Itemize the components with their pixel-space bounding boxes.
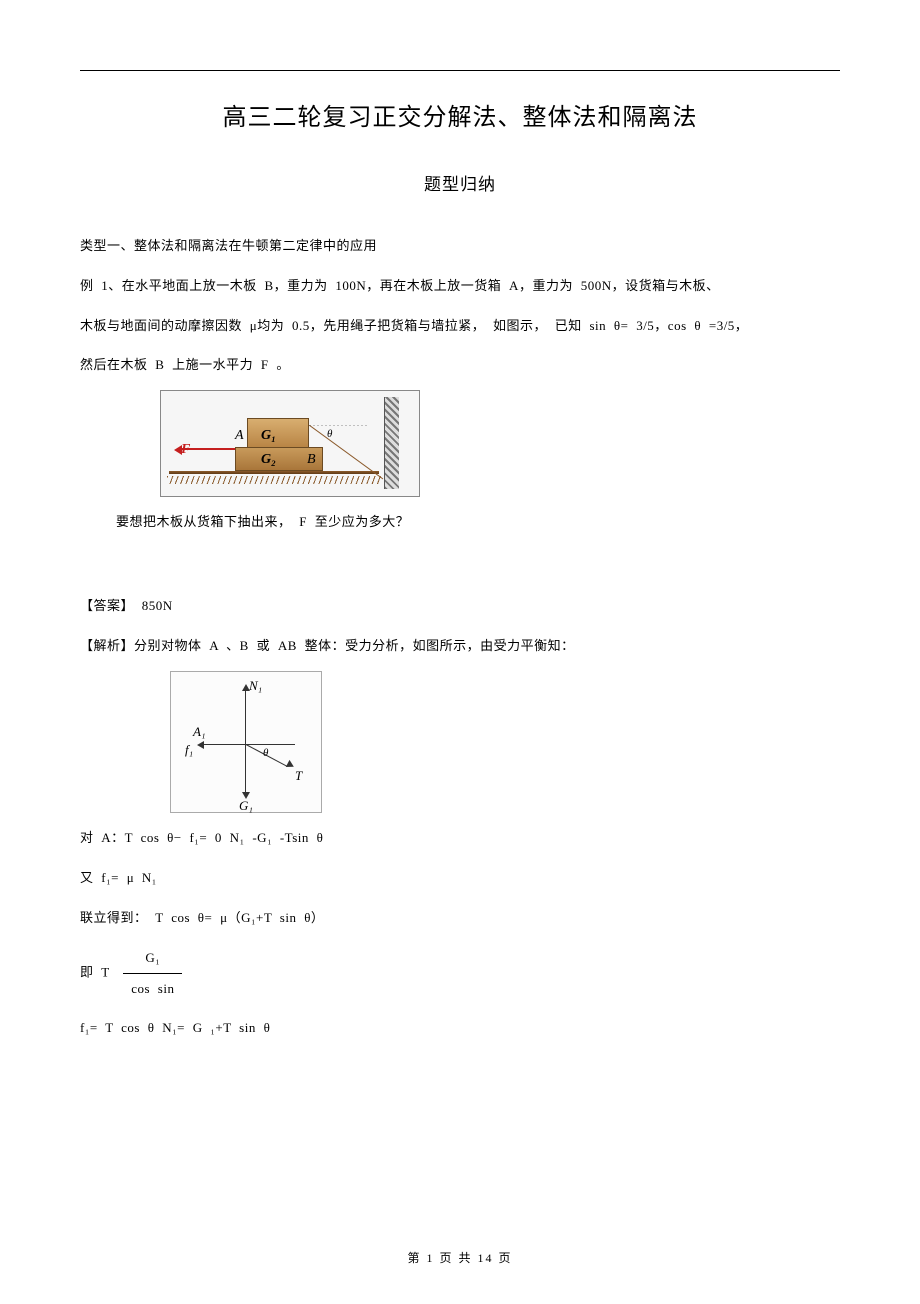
theta2-label: θ (263, 744, 268, 764)
t-label: T (295, 764, 302, 787)
axis-vertical (245, 686, 246, 796)
g1-label2: G₁ (239, 794, 253, 817)
theta-label: θ (327, 425, 332, 445)
doc-subtitle: 题型归纳 (80, 170, 840, 201)
page-footer: 第 1 页 共 14 页 (0, 1248, 920, 1270)
fraction: G₁ cos sin (123, 943, 182, 1004)
ground-hatch (167, 476, 381, 484)
eq-last: f₁= T cos θ N₁= G ₁+T sin θ (80, 1013, 840, 1043)
top-rule (80, 70, 840, 71)
doc-title: 高三二轮复习正交分解法、整体法和隔离法 (80, 97, 840, 140)
answer-line: 【答案】 850N (80, 591, 840, 621)
n1-label: N₁ (249, 674, 262, 697)
frac-num: G₁ (123, 943, 182, 974)
eq-f: 又 f₁= μ N₁ (80, 863, 840, 893)
wall-hatch (384, 397, 399, 489)
g2-label: G₂ (261, 447, 276, 472)
figure-1-box: θ F A G₁ G₂ B (160, 390, 420, 497)
example1-line2: 木板与地面间的动摩擦因数 μ均为 0.5，先用绳子把货箱与墙拉紧， 如图示， 已… (80, 311, 840, 341)
a-label: A (235, 423, 244, 448)
explain-line1: 【解析】分别对物体 A 、B 或 AB 整体：受力分析，如图所示，由受力平衡知： (80, 631, 840, 661)
example1-line3: 然后在木板 B 上施一水平力 F 。 (80, 350, 840, 380)
spacer (80, 547, 840, 581)
question-line: 要想把木板从货箱下抽出来， F 至少应为多大？ (80, 507, 840, 537)
g1-label: G₁ (261, 423, 276, 448)
page: 高三二轮复习正交分解法、整体法和隔离法 题型归纳 类型一、整体法和隔离法在牛顿第… (0, 0, 920, 1304)
category-heading: 类型一、整体法和隔离法在牛顿第二定律中的应用 (80, 231, 840, 261)
frac-den: cos sin (123, 974, 182, 1004)
example1-line1: 例 1、在水平地面上放一木板 B，重力为 100N，再在木板上放一货箱 A，重力… (80, 271, 840, 301)
eq-t: 即 T G₁ cos sin (80, 943, 840, 1004)
a2-label: A₁ (193, 720, 205, 743)
box-a (247, 418, 309, 448)
eq-a: 对 A：T cos θ− f₁= 0 N₁ -G₁ -Tsin θ (80, 823, 840, 853)
b-label: B (307, 447, 316, 472)
eq-t-prefix: 即 T (80, 964, 109, 979)
eq-combine: 联立得到： T cos θ= μ（G₁+T sin θ） (80, 903, 840, 933)
figure-1: θ F A G₁ G₂ B (160, 390, 840, 497)
figure-2: N₁ A₁ f₁ G₁ T θ (170, 671, 322, 813)
force-f-label: F (181, 437, 190, 462)
f1-label: f₁ (185, 738, 193, 761)
